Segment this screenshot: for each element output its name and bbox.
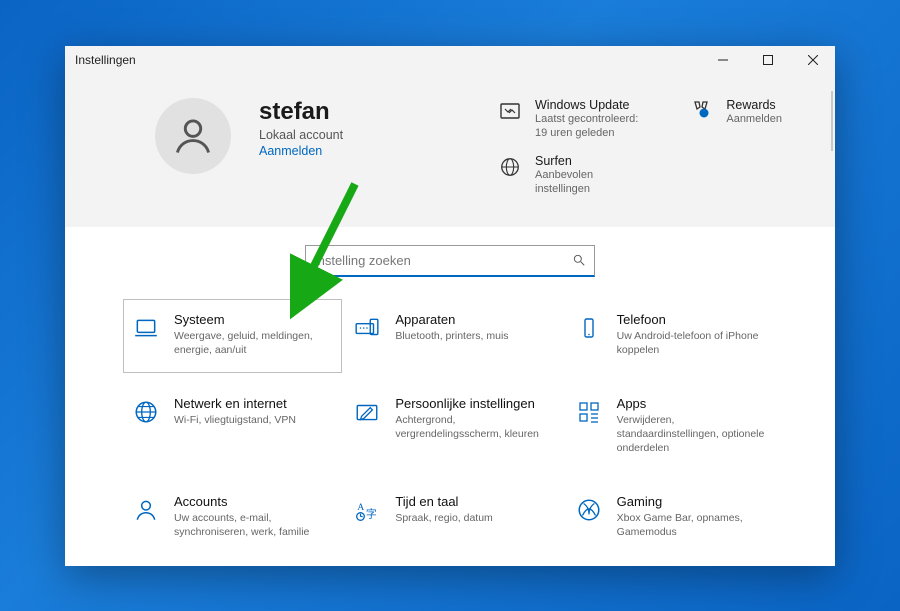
tile-title: Accounts bbox=[174, 494, 331, 509]
tile-desc: Wi-Fi, vliegtuigstand, VPN bbox=[174, 413, 296, 427]
tile-netwerk[interactable]: Netwerk en internet Wi-Fi, vliegtuigstan… bbox=[123, 383, 342, 471]
language-icon: A字 bbox=[353, 496, 381, 524]
tile-title: Persoonlijke instellingen bbox=[395, 396, 552, 411]
tile-title: Systeem bbox=[174, 312, 331, 327]
apps-icon bbox=[575, 398, 603, 426]
tile-desc: Weergave, geluid, meldingen, energie, aa… bbox=[174, 329, 331, 357]
window-title: Instellingen bbox=[75, 53, 700, 67]
medal-icon bbox=[688, 98, 714, 124]
status-title: Rewards bbox=[726, 98, 782, 112]
status-column-2: Rewards Aanmelden bbox=[688, 98, 782, 126]
status-column-1: Windows Update Laatst gecontroleerd:19 u… bbox=[497, 98, 638, 197]
tile-title: Telefoon bbox=[617, 312, 774, 327]
tile-apps[interactable]: Apps Verwijderen, standaardinstellingen,… bbox=[566, 383, 785, 471]
signin-link[interactable]: Aanmelden bbox=[259, 144, 439, 158]
avatar[interactable] bbox=[155, 98, 231, 174]
status-windows-update[interactable]: Windows Update Laatst gecontroleerd:19 u… bbox=[497, 98, 638, 141]
tile-desc: Uw accounts, e-mail, synchroniseren, wer… bbox=[174, 511, 331, 539]
user-subtitle: Lokaal account bbox=[259, 128, 439, 142]
tile-apparaten[interactable]: Apparaten Bluetooth, printers, muis bbox=[344, 299, 563, 373]
maximize-button[interactable] bbox=[745, 46, 790, 76]
tile-desc: Uw Android-telefoon of iPhone koppelen bbox=[617, 329, 774, 357]
user-block: stefan Lokaal account Aanmelden bbox=[259, 98, 439, 158]
tile-desc: Achtergrond, vergrendelingsscherm, kleur… bbox=[395, 413, 552, 441]
globe-icon bbox=[497, 154, 523, 180]
settings-grid: Systeem Weergave, geluid, meldingen, ene… bbox=[65, 291, 835, 566]
search-input[interactable] bbox=[314, 253, 572, 268]
tile-desc: Xbox Game Bar, opnames, Gamemodus bbox=[617, 511, 774, 539]
settings-window: Instellingen stefan Lokaal account Aanme… bbox=[65, 46, 835, 566]
titlebar: Instellingen bbox=[65, 46, 835, 76]
tile-title: Gaming bbox=[617, 494, 774, 509]
tile-desc: Bluetooth, printers, muis bbox=[395, 329, 508, 343]
phone-icon bbox=[575, 314, 603, 342]
globe-icon bbox=[132, 398, 160, 426]
tile-title: Netwerk en internet bbox=[174, 396, 296, 411]
person-icon bbox=[132, 496, 160, 524]
tile-gaming[interactable]: Gaming Xbox Game Bar, opnames, Gamemodus bbox=[566, 481, 785, 555]
tile-persoonlijke[interactable]: Persoonlijke instellingen Achtergrond, v… bbox=[344, 383, 563, 471]
search-wrap bbox=[65, 227, 835, 291]
xbox-icon bbox=[575, 496, 603, 524]
tile-tijd-taal[interactable]: A字 Tijd en taal Spraak, regio, datum bbox=[344, 481, 563, 555]
svg-text:A: A bbox=[358, 502, 365, 513]
pencil-icon bbox=[353, 398, 381, 426]
minimize-button[interactable] bbox=[700, 46, 745, 76]
tile-telefoon[interactable]: Telefoon Uw Android-telefoon of iPhone k… bbox=[566, 299, 785, 373]
tile-title: Tijd en taal bbox=[395, 494, 492, 509]
tile-accounts[interactable]: Accounts Uw accounts, e-mail, synchronis… bbox=[123, 481, 342, 555]
keyboard-icon bbox=[353, 314, 381, 342]
search-icon bbox=[572, 253, 586, 267]
tile-systeem[interactable]: Systeem Weergave, geluid, meldingen, ene… bbox=[123, 299, 342, 373]
scrollbar[interactable] bbox=[831, 91, 833, 151]
status-rewards[interactable]: Rewards Aanmelden bbox=[688, 98, 782, 126]
laptop-icon bbox=[132, 314, 160, 342]
user-icon bbox=[171, 114, 215, 158]
search-box[interactable] bbox=[305, 245, 595, 277]
status-surfen[interactable]: Surfen Aanbevoleninstellingen bbox=[497, 154, 638, 197]
window-controls bbox=[700, 46, 835, 76]
svg-text:字: 字 bbox=[366, 507, 377, 521]
status-title: Surfen bbox=[535, 154, 593, 168]
close-button[interactable] bbox=[790, 46, 835, 76]
status-title: Windows Update bbox=[535, 98, 638, 112]
tile-title: Apps bbox=[617, 396, 774, 411]
tile-desc: Verwijderen, standaardinstellingen, opti… bbox=[617, 413, 774, 456]
sync-icon bbox=[497, 98, 523, 124]
hero-band: stefan Lokaal account Aanmelden Windows … bbox=[65, 76, 835, 227]
user-name: stefan bbox=[259, 98, 439, 126]
tile-title: Apparaten bbox=[395, 312, 508, 327]
tile-desc: Spraak, regio, datum bbox=[395, 511, 492, 525]
